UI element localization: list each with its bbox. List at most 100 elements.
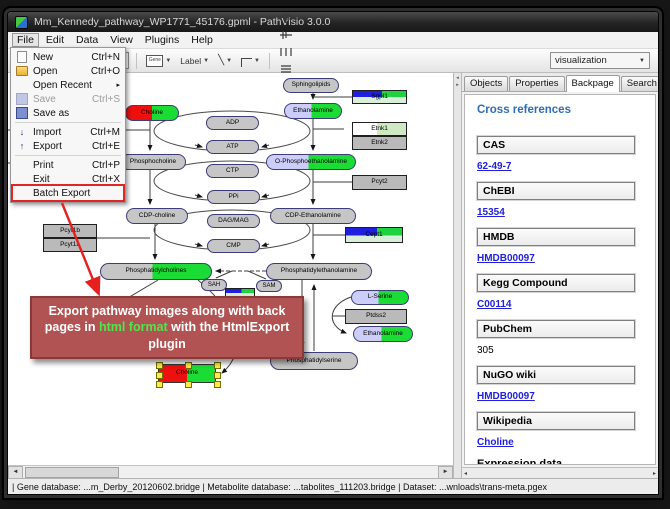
- panel-horizontal-scrollbar[interactable]: ◂ ▸: [462, 467, 658, 478]
- selection-handle[interactable]: [214, 372, 221, 379]
- metabolite-node-ppi[interactable]: PPi: [207, 190, 260, 204]
- menu-item-save-as[interactable]: Save as: [13, 106, 123, 120]
- menu-item-shortcut: Ctrl+P: [92, 160, 120, 171]
- xref-section-header: CAS: [477, 136, 635, 154]
- xref-link[interactable]: HMDB00097: [477, 253, 535, 264]
- gene-node-etnk1[interactable]: Etnk1: [352, 122, 407, 136]
- xref-value: HMDB00097: [477, 253, 655, 264]
- scroll-right-icon[interactable]: ►: [438, 466, 453, 479]
- menu-view[interactable]: View: [105, 33, 138, 47]
- metabolite-node-ctp[interactable]: CTP: [206, 164, 259, 178]
- annotation-callout: Export pathway images along with back pa…: [30, 296, 304, 359]
- selection-handle[interactable]: [214, 381, 221, 388]
- node-label: CTP: [226, 168, 239, 175]
- xref-link[interactable]: HMDB00097: [477, 391, 535, 402]
- menu-data[interactable]: Data: [71, 33, 103, 47]
- scrollbar-thumb[interactable]: [25, 467, 119, 478]
- tab-objects[interactable]: Objects: [464, 76, 508, 91]
- pathvisio-app-icon: [15, 16, 28, 29]
- node-label: SAH: [208, 282, 220, 288]
- splitter-collapse-right-icon[interactable]: ▸: [456, 82, 459, 88]
- xref-link[interactable]: C00114: [477, 299, 511, 310]
- scroll-left-icon[interactable]: ◂: [464, 470, 467, 477]
- gene-node-pcyt1a[interactable]: Pcyt1a: [43, 238, 97, 252]
- metabolite-node-o-phosphoethanolamine[interactable]: O-Phosphoethanolamine: [266, 154, 356, 170]
- menu-help[interactable]: Help: [186, 33, 218, 47]
- metabolite-node-atp[interactable]: ATP: [206, 140, 259, 154]
- metabolite-node-sam[interactable]: SAM: [256, 280, 282, 292]
- selection-handle[interactable]: [185, 381, 192, 388]
- save-icon: [16, 93, 28, 105]
- menu-plugins[interactable]: Plugins: [140, 33, 184, 47]
- node-label: CDP-Ethanolamine: [285, 213, 341, 220]
- menu-file[interactable]: File: [12, 33, 39, 47]
- node-label: Choline: [176, 370, 198, 377]
- metabolite-node-adp[interactable]: ADP: [206, 116, 259, 130]
- metabolite-node-cdp-ethanolamine[interactable]: CDP-Ethanolamine: [270, 208, 356, 224]
- menu-edit[interactable]: Edit: [41, 33, 69, 47]
- metabolite-node-sphingolipids[interactable]: Sphingolipids: [283, 78, 339, 93]
- menu-item-open-recent[interactable]: Open Recent▸: [13, 78, 123, 92]
- panel-splitter[interactable]: ◂ ▸: [453, 73, 462, 478]
- menu-item-label: Open Recent: [33, 80, 92, 91]
- menu-item-new[interactable]: NewCtrl+N: [13, 50, 123, 64]
- tab-properties[interactable]: Properties: [509, 76, 564, 91]
- align-vertical-center-button[interactable]: [277, 27, 295, 44]
- menu-separator: [15, 155, 121, 156]
- menu-item-print[interactable]: PrintCtrl+P: [13, 158, 123, 172]
- menu-item-import[interactable]: ↓ImportCtrl+M: [13, 125, 123, 139]
- chevron-down-icon: ▼: [639, 58, 645, 64]
- metabolite-node-choline[interactable]: Choline: [125, 105, 179, 121]
- gene-node-pcyt2[interactable]: Pcyt2: [352, 175, 407, 190]
- tab-search[interactable]: Search: [621, 76, 659, 91]
- gene-node-ptdss2[interactable]: Ptdss2: [345, 309, 407, 324]
- metabolite-node-ethanolamine[interactable]: Ethanolamine: [353, 326, 413, 342]
- xref-link[interactable]: 62-49-7: [477, 161, 511, 172]
- metabolite-node-l-serine[interactable]: L-Serine: [351, 290, 409, 305]
- title-bar[interactable]: Mm_Kennedy_pathway_WP1771_45176.gpml - P…: [8, 12, 658, 32]
- menu-item-export[interactable]: ↑ExportCtrl+E: [13, 139, 123, 153]
- gene-node-pcyt1b[interactable]: Pcyt1b: [43, 224, 97, 238]
- node-label: ADP: [226, 120, 239, 127]
- menu-item-batch-export[interactable]: Batch Export: [13, 186, 123, 200]
- metabolite-node-cdp-choline[interactable]: CDP-choline: [126, 208, 188, 224]
- node-label: L-Serine: [368, 294, 393, 301]
- connector-tool-button[interactable]: ▼: [239, 52, 262, 69]
- splitter-collapse-left-icon[interactable]: ◂: [456, 75, 459, 81]
- menu-item-open[interactable]: OpenCtrl+O: [13, 64, 123, 78]
- gene-node-etnk2[interactable]: Etnk2: [352, 136, 407, 150]
- menu-item-save[interactable]: SaveCtrl+S: [13, 92, 123, 106]
- visualization-combobox[interactable]: visualization ▼: [550, 52, 650, 69]
- xref-link[interactable]: Choline: [477, 437, 514, 448]
- align-horizontal-center-button[interactable]: [277, 11, 295, 27]
- selection-handle[interactable]: [156, 381, 163, 388]
- scroll-left-icon[interactable]: ◄: [8, 466, 23, 479]
- metabolite-node-sah[interactable]: SAH: [201, 279, 227, 291]
- gene-node-sgpl1[interactable]: Sgpl1: [352, 90, 407, 104]
- selection-handle[interactable]: [156, 372, 163, 379]
- tab-backpage[interactable]: Backpage: [566, 75, 620, 92]
- selection-handle[interactable]: [156, 362, 163, 369]
- line-tool-button[interactable]: ╲ ▼: [216, 52, 234, 69]
- canvas-horizontal-scrollbar[interactable]: ◄ ►: [8, 465, 453, 478]
- metabolite-node-phosphatidylethanolamine[interactable]: Phosphatidylethanolamine: [266, 263, 372, 280]
- label-tool-button[interactable]: Label ▼: [178, 52, 211, 69]
- align-vertical-center-icon: [279, 29, 293, 41]
- distribute-horizontal-button[interactable]: [277, 44, 295, 61]
- metabolite-node-phosphocholine[interactable]: Phosphocholine: [120, 154, 186, 170]
- selection-handle[interactable]: [214, 362, 221, 369]
- metabolite-node-choline[interactable]: Choline: [158, 364, 216, 383]
- xref-link[interactable]: 15354: [477, 207, 505, 218]
- selection-handle[interactable]: [185, 362, 192, 369]
- gene-datanode-tool-button[interactable]: Gene ▼: [144, 52, 173, 69]
- gene-node-cept1[interactable]: Cept1: [345, 227, 403, 243]
- metabolite-node-phosphatidylcholines[interactable]: Phosphatidylcholines: [100, 263, 212, 280]
- metabolite-node-dag-mag[interactable]: DAG/MAG: [207, 214, 260, 228]
- metabolite-node-cmp[interactable]: CMP: [207, 239, 260, 253]
- scroll-right-icon[interactable]: ▸: [653, 470, 656, 477]
- xref-section-hmdb: HMDBHMDB00097: [477, 228, 655, 264]
- metabolite-node-ethanolamine[interactable]: Ethanolamine: [284, 103, 342, 119]
- toolbar-separator: [269, 53, 270, 69]
- menu-item-exit[interactable]: ExitCtrl+X: [13, 172, 123, 186]
- xref-section-chebi: ChEBI15354: [477, 182, 655, 218]
